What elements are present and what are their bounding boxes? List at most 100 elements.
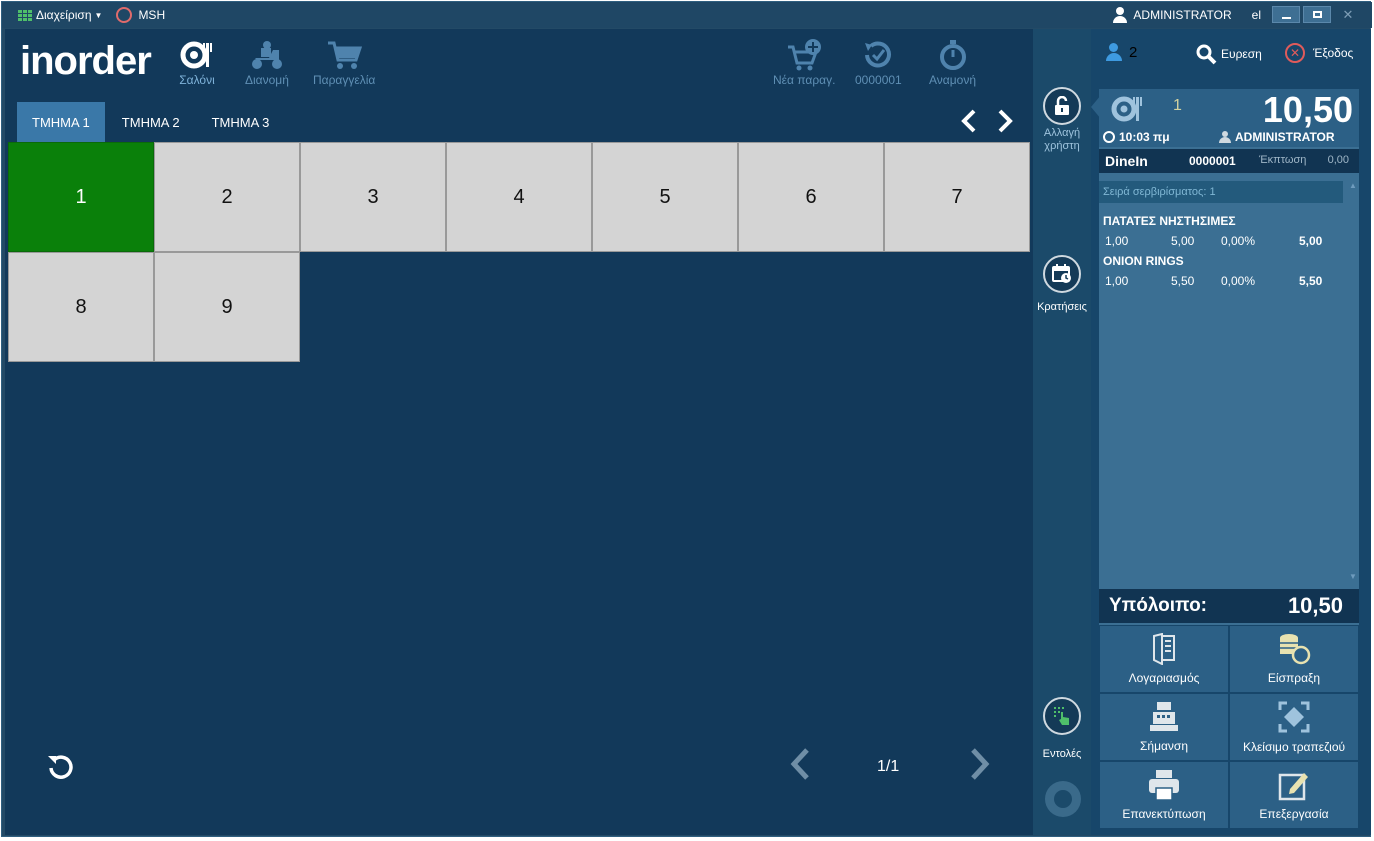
clock-icon — [1103, 131, 1115, 143]
language-selector[interactable]: el — [1252, 8, 1261, 22]
table-tile[interactable]: 2 — [154, 142, 300, 252]
dining-icon — [177, 37, 217, 73]
table-tile[interactable]: 8 — [8, 252, 154, 362]
order-line[interactable]: ONION RINGS 1,00 5,50 0,00% 5,50 — [1103, 251, 1343, 291]
table-tile[interactable]: 1 — [8, 142, 154, 252]
close-button[interactable]: ✕ — [1334, 6, 1362, 23]
section-tabs: ΤΜΗΜΑ 1 ΤΜΗΜΑ 2 ΤΜΗΜΑ 3 — [17, 102, 286, 142]
order-waiter-name: ADMINISTRATOR — [1235, 130, 1335, 144]
table-tile[interactable]: 5 — [592, 142, 738, 252]
hold-button[interactable]: Αναμονή — [929, 37, 976, 87]
last-order-button[interactable]: 0000001 — [855, 37, 902, 87]
close-table-icon — [1278, 701, 1310, 733]
reprint-button[interactable]: Επανεκτύπωση — [1099, 761, 1229, 829]
nav-order-label: Παραγγελία — [313, 73, 376, 87]
table-tile[interactable]: 9 — [154, 252, 300, 362]
tab-section-1[interactable]: ΤΜΗΜΑ 1 — [17, 102, 105, 142]
calendar-clock-icon — [1052, 264, 1071, 283]
new-order-label: Νέα παραγ. — [773, 73, 836, 87]
current-user[interactable]: ADMINISTRATOR — [1133, 8, 1231, 22]
commands-label: Εντολές — [1042, 748, 1082, 760]
guests-icon — [1105, 43, 1123, 61]
user-icon — [1113, 6, 1129, 23]
reservations-button[interactable] — [1043, 255, 1081, 293]
balance-value: 10,50 — [1287, 593, 1343, 618]
exit-button[interactable]: ✕ Έξοδος — [1285, 43, 1353, 63]
change-user-button[interactable] — [1043, 87, 1081, 125]
scroll-up-icon[interactable]: ▲ — [1349, 181, 1357, 190]
order-panel: 2 Ευρεση ✕ Έξοδος 1 10,50 10:03 πμ ADMIN… — [1091, 29, 1371, 835]
reservations-label: Κρατήσεις — [1037, 301, 1087, 313]
hold-label: Αναμονή — [929, 73, 976, 87]
order-time: 10:03 πμ — [1103, 130, 1170, 144]
nav-salon[interactable]: Σαλόνι — [177, 37, 217, 87]
discount-value: 0,00 — [1327, 154, 1349, 166]
station-indicator[interactable]: MSH — [116, 7, 165, 23]
user-icon — [1219, 131, 1231, 143]
page-prev-button[interactable] — [789, 747, 811, 781]
item-amount: 5,50 — [1299, 274, 1323, 288]
discount-label: Έκπτωση — [1259, 154, 1307, 166]
table-tile[interactable]: 6 — [738, 142, 884, 252]
cart-icon — [324, 37, 364, 73]
unlock-icon — [1055, 96, 1069, 115]
item-name: ΠΑΤΑΤΕΣ ΝΗΣΤΗΣΙΜΕΣ — [1103, 214, 1236, 228]
chevron-right-icon — [971, 748, 990, 780]
guest-count[interactable]: 2 — [1105, 43, 1137, 61]
table-tile[interactable]: 3 — [300, 142, 446, 252]
chevron-right-icon — [998, 109, 1013, 133]
table-tile[interactable]: 4 — [446, 142, 592, 252]
commands-button[interactable] — [1043, 697, 1081, 735]
tab-section-3[interactable]: ΤΜΗΜΑ 3 — [197, 102, 285, 142]
payment-button[interactable]: Είσπραξη — [1229, 625, 1359, 693]
tab-section-2[interactable]: ΤΜΗΜΑ 2 — [107, 102, 195, 142]
page-next-button[interactable] — [969, 747, 991, 781]
minimize-button[interactable] — [1272, 6, 1300, 23]
close-table-button[interactable]: Κλείσιμο τραπεζιού — [1229, 693, 1359, 761]
order-details: 1 10,50 10:03 πμ ADMINISTRATOR DineIn 00… — [1091, 89, 1359, 625]
station-label: MSH — [138, 8, 166, 22]
item-price: 5,00 — [1171, 234, 1195, 248]
tab-scroll-arrows — [951, 105, 1023, 137]
guest-count-value: 2 — [1129, 43, 1138, 61]
chevron-down-icon: ▼ — [94, 10, 103, 20]
app-logo: inorder — [20, 39, 152, 83]
tab-next-button[interactable] — [987, 105, 1023, 137]
item-qty: 1,00 — [1105, 274, 1129, 288]
refresh-button[interactable] — [45, 751, 75, 781]
bill-button[interactable]: Λογαριασμός — [1099, 625, 1229, 693]
order-scrollbar[interactable]: ▲ ▼ — [1347, 181, 1359, 581]
item-qty: 1,00 — [1105, 234, 1129, 248]
side-actions: Αλλαγή χρήστη Κρατήσεις Εντολές — [1033, 29, 1091, 835]
find-label: Ευρεση — [1221, 47, 1262, 61]
edit-button[interactable]: Επεξεργασία — [1229, 761, 1359, 829]
maximize-button[interactable] — [1303, 6, 1331, 23]
order-line[interactable]: ΠΑΤΑΤΕΣ ΝΗΣΤΗΣΙΜΕΣ 1,00 5,00 0,00% 5,00 — [1103, 211, 1343, 251]
edit-icon — [1278, 773, 1308, 801]
exit-label: Έξοδος — [1313, 46, 1354, 60]
nav-order[interactable]: Παραγγελία — [313, 37, 375, 87]
new-order-button[interactable]: Νέα παραγ. — [773, 37, 835, 87]
history-icon — [858, 37, 898, 73]
search-icon — [1196, 44, 1217, 65]
nav-delivery[interactable]: Διανομή — [245, 37, 289, 87]
balance-bar: Υπόλοιπο: 10,50 — [1099, 589, 1359, 623]
balance-label: Υπόλοιπο: — [1109, 595, 1207, 616]
tab-prev-button[interactable] — [951, 105, 987, 137]
stopwatch-icon — [933, 37, 973, 73]
scroll-down-icon[interactable]: ▼ — [1349, 572, 1357, 581]
table-tile[interactable]: 7 — [884, 142, 1030, 252]
serving-order-row[interactable]: Σειρά σερβιρίσματος: 1 — [1099, 181, 1343, 203]
change-user-label: Αλλαγή χρήστη — [1043, 127, 1081, 152]
cash-register-icon — [1150, 702, 1178, 731]
management-menu[interactable]: Διαχείριση ▼ — [18, 8, 102, 22]
item-discount: 0,00% — [1221, 274, 1256, 288]
close-table-label: Κλείσιμο τραπεζιού — [1242, 740, 1346, 754]
app-window: Διαχείριση ▼ MSH ADMINISTRATOR el ✕ inor… — [1, 1, 1372, 837]
nav-delivery-label: Διανομή — [245, 73, 289, 87]
chevron-left-icon — [790, 748, 809, 780]
mark-button[interactable]: Σήμανση — [1099, 693, 1229, 761]
ring-icon — [116, 7, 133, 23]
find-button[interactable]: Ευρεση — [1195, 43, 1262, 65]
hand-pointer-icon — [1054, 707, 1069, 725]
